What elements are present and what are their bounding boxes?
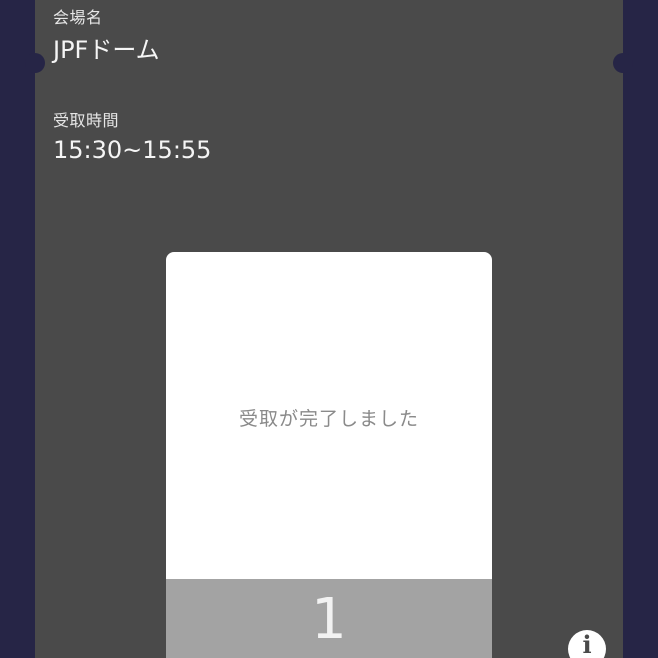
- completion-message: 受取が完了しました: [238, 408, 419, 430]
- screen: 会場名 JPFドーム 受取時間 15:30~15:55 受取が完了しました 1 …: [0, 0, 658, 658]
- ticket-notch-right: [613, 53, 633, 73]
- venue-value: JPFドーム: [53, 36, 160, 64]
- pickup-time-value: 15:30~15:55: [53, 136, 212, 164]
- ticket-notch-left: [25, 53, 45, 73]
- venue-label: 会場名: [53, 8, 103, 27]
- pickup-time-label: 受取時間: [53, 111, 120, 130]
- count-panel[interactable]: 1: [166, 579, 492, 658]
- received-count: 1: [311, 587, 347, 652]
- completion-dialog: 受取が完了しました 1: [166, 252, 492, 658]
